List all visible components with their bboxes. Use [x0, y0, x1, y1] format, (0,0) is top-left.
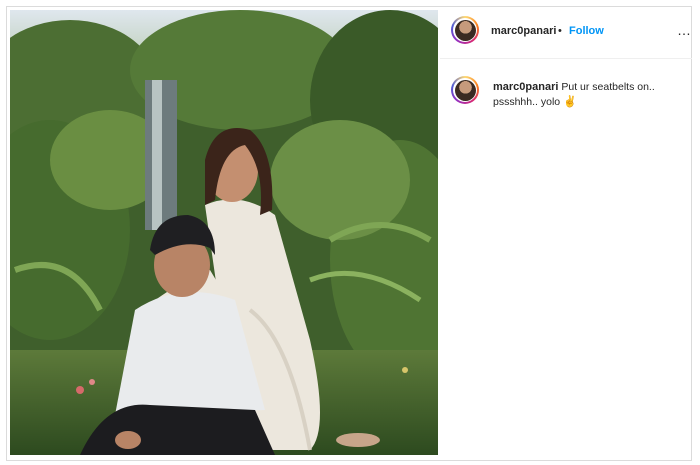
post-header: marc0panari • Follow … [440, 10, 692, 59]
header-username[interactable]: marc0panari [491, 25, 556, 37]
post-sidebar: marc0panari • Follow … marc0panari Put u… [440, 10, 692, 455]
profile-picture [454, 79, 476, 101]
follow-button[interactable]: Follow [569, 25, 604, 37]
separator-dot: • [558, 25, 562, 37]
caption-avatar[interactable] [451, 76, 479, 104]
avatar[interactable] [451, 16, 479, 44]
caption-text-block: marc0panari Put ur seatbelts on.. pssshh… [493, 80, 683, 110]
profile-picture [454, 19, 476, 41]
more-options-icon[interactable]: … [677, 22, 692, 38]
couple-photo [10, 10, 438, 455]
post-photo[interactable] [10, 10, 438, 455]
victory-hand-icon: ✌ [563, 96, 577, 108]
caption-username[interactable]: marc0panari [493, 81, 558, 93]
